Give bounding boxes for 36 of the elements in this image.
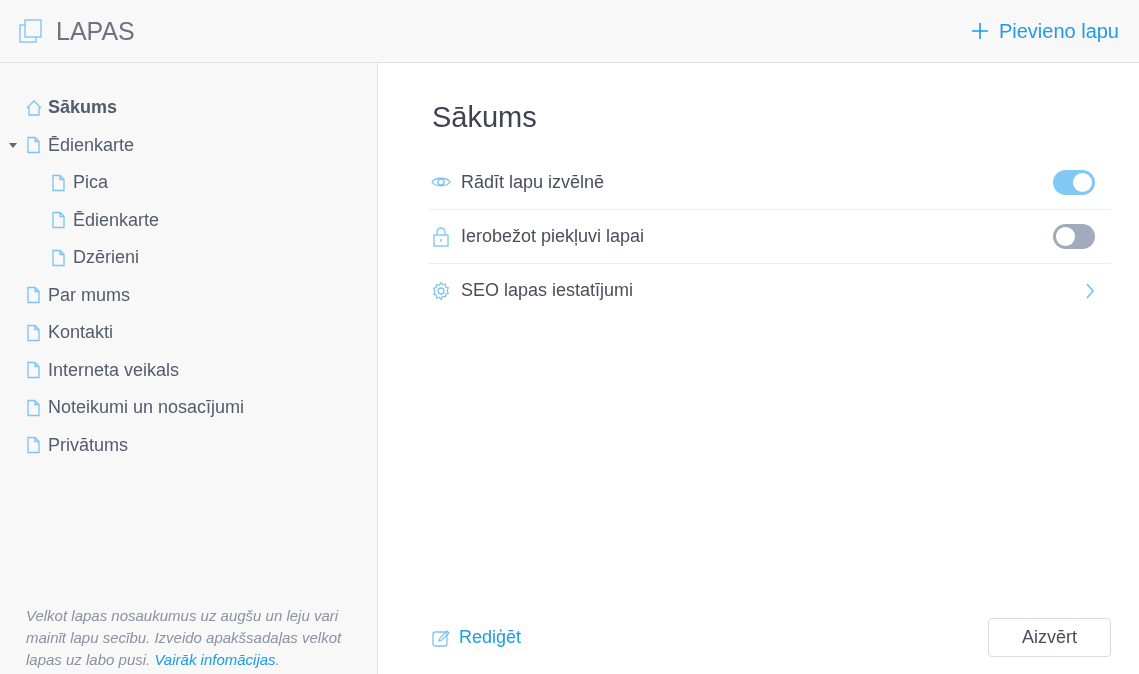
lock-icon bbox=[431, 226, 451, 247]
sidebar-item[interactable]: Dzērieni bbox=[0, 239, 377, 277]
sidebar-item[interactable]: Privātums bbox=[0, 426, 377, 464]
page-icon bbox=[50, 173, 68, 192]
sidebar-item[interactable]: Ēdienkarte bbox=[0, 126, 377, 164]
plus-icon bbox=[970, 22, 989, 40]
page-icon bbox=[25, 136, 43, 155]
page-icon bbox=[50, 248, 68, 267]
settings-icon bbox=[431, 280, 451, 301]
page-icon bbox=[25, 436, 43, 455]
caret-down-icon bbox=[8, 141, 18, 150]
sidebar-item[interactable]: Ēdienkarte bbox=[0, 201, 377, 239]
page-icon bbox=[25, 323, 43, 342]
app-title: LAPAS bbox=[56, 16, 135, 46]
sidebar-item[interactable]: Sākums bbox=[0, 89, 377, 127]
toggle-switch[interactable] bbox=[1053, 170, 1095, 195]
pages-icon bbox=[18, 18, 44, 44]
sidebar-item[interactable]: Par mums bbox=[0, 276, 377, 314]
setting-label: SEO lapas iestatījumi bbox=[461, 280, 635, 301]
sidebar-item[interactable]: Interneta veikals bbox=[0, 351, 377, 389]
chevron-right-icon bbox=[1085, 282, 1095, 299]
page-icon bbox=[25, 286, 43, 305]
setting-row[interactable]: SEO lapas iestatījumi bbox=[428, 264, 1111, 317]
setting-label: Ierobežot piekļuvi lapai bbox=[461, 226, 646, 247]
page-icon bbox=[25, 398, 43, 417]
close-button[interactable]: Aizvērt bbox=[988, 618, 1111, 657]
page-title: Sākums bbox=[432, 101, 538, 134]
sidebar-item[interactable]: Kontakti bbox=[0, 314, 377, 352]
home-icon bbox=[25, 98, 43, 117]
sidebar-item[interactable]: Noteikumi un nosacījumi bbox=[0, 389, 377, 427]
setting-label: Rādīt lapu izvēlnē bbox=[461, 172, 606, 193]
sidebar-item[interactable]: Pica bbox=[0, 164, 377, 202]
toggle-switch[interactable] bbox=[1053, 224, 1095, 249]
page-icon bbox=[25, 361, 43, 380]
page-icon bbox=[50, 211, 68, 230]
help-text: Velkot lapas nosaukumus uz augšu un leju vari mainīt lapu secību. Izveido apakšsadaļas velkot lapas uz labo pusi. Vairāk infomācijas. bbox=[25, 606, 343, 670]
